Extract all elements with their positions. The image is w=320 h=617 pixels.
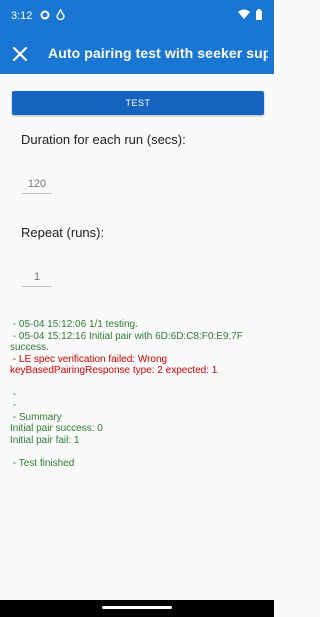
app-bar: Auto pairing test with seeker sup...: [0, 34, 274, 74]
log-line: Initial pair fail: 1: [10, 434, 80, 446]
battery-icon: [256, 9, 262, 20]
log-line: -: [10, 388, 17, 400]
log-line: - Summary: [10, 411, 62, 423]
test-button[interactable]: TEST: [12, 91, 264, 115]
duration-label: Duration for each run (secs):: [21, 132, 186, 147]
status-time: 3:12: [11, 10, 33, 22]
app-title: Auto pairing test with seeker sup...: [48, 45, 268, 61]
log-line: -: [10, 400, 17, 412]
log-line: - 05-04 15:12:06 1/1 testing.: [10, 319, 138, 330]
status-right-icons: [238, 9, 262, 20]
status-left-icons: [40, 9, 65, 21]
log-line: - LE spec verification failed: Wrong key…: [10, 353, 218, 377]
data-saver-icon: [56, 9, 65, 21]
test-log: - 05-04 15:12:06 1/1 testing. - 05-04 15…: [10, 319, 272, 470]
log-line: Initial pair success: 0: [10, 423, 103, 435]
repeat-input[interactable]: [22, 271, 52, 287]
wifi-icon: [238, 9, 250, 19]
log-line: - Test finished: [10, 458, 75, 470]
close-icon[interactable]: [10, 44, 30, 64]
home-gesture-handle[interactable]: [102, 606, 172, 609]
log-line: - 05-04 15:12:16 Initial pair with 6D:6D…: [10, 330, 246, 354]
settings-gear-icon: [40, 10, 50, 20]
duration-input[interactable]: [22, 178, 52, 194]
navigation-bar: [0, 600, 274, 617]
status-bar: 3:12: [0, 0, 274, 34]
repeat-label: Repeat (runs):: [21, 225, 105, 240]
